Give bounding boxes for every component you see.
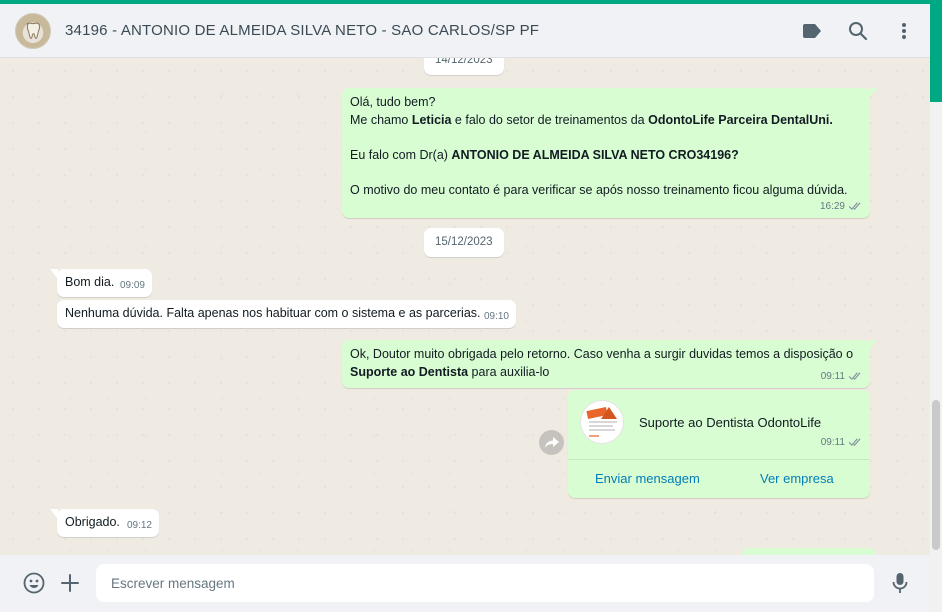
message-meta: 09:11 xyxy=(821,368,863,386)
double-check-icon xyxy=(848,438,861,447)
message-meta: 09:11 xyxy=(821,434,863,452)
incoming-message[interactable]: Bom dia. 09:09 xyxy=(50,269,152,297)
message-input[interactable] xyxy=(96,564,874,602)
double-check-icon xyxy=(848,372,861,381)
emoji-icon[interactable] xyxy=(22,571,46,595)
date-chip: 14/12/2023 xyxy=(424,58,504,75)
message-line: Ok, Doutor muito obrigada pelo retorno. … xyxy=(350,347,854,361)
message-line: Suporte ao Dentista para auxilia-lo xyxy=(350,364,550,379)
contact-card-header[interactable]: Suporte ao Dentista OdontoLife 09:11 xyxy=(568,390,870,459)
message-meta: 16:29 xyxy=(820,198,863,216)
message-line: Eu falo com Dr(a) ANTONIO DE ALMEIDA SIL… xyxy=(350,147,739,162)
message-time: 09:11 xyxy=(820,436,845,448)
incoming-message[interactable]: Obrigado. 09:12 xyxy=(50,509,159,537)
outgoing-message[interactable]: Ok, Doutor muito obrigada pelo retorno. … xyxy=(342,340,877,388)
attach-icon[interactable] xyxy=(58,571,82,595)
message-meta: 09:10 xyxy=(484,308,509,326)
contact-name[interactable]: 34196 - ANTONIO DE ALMEIDA SILVA NETO - … xyxy=(65,22,539,39)
send-message-button[interactable]: Enviar mensagem xyxy=(595,470,700,488)
card-divider xyxy=(568,459,870,460)
message-time: 09:12 xyxy=(126,519,152,531)
message-time: 09:11 xyxy=(820,370,845,382)
outgoing-message[interactable]: Olá, tudo bem? Me chamo Leticia e falo d… xyxy=(342,88,877,218)
chat-area[interactable]: 14/12/2023 Olá, tudo bem? Me chamo Letic… xyxy=(0,58,930,555)
scrollbar-thumb[interactable] xyxy=(932,400,940,550)
message-text: Nenhuma dúvida. Falta apenas nos habitua… xyxy=(65,306,481,320)
message-time: 16:29 xyxy=(819,200,845,212)
message-time: 09:10 xyxy=(483,310,509,322)
message-text: Bom dia. xyxy=(65,275,115,289)
message-time: 09:09 xyxy=(119,279,145,291)
contact-avatar[interactable] xyxy=(15,12,51,49)
search-icon[interactable] xyxy=(846,19,870,43)
menu-icon[interactable] xyxy=(892,19,916,43)
message-meta: 09:09 xyxy=(120,277,145,295)
message-meta: 09:12 xyxy=(127,517,152,535)
label-icon[interactable] xyxy=(800,19,824,43)
chat-header[interactable]: 34196 - ANTONIO DE ALMEIDA SILVA NETO - … xyxy=(0,4,930,58)
contact-card[interactable]: Suporte ao Dentista OdontoLife 09:11 Env… xyxy=(568,390,870,498)
scrollbar[interactable] xyxy=(930,0,942,612)
tooth-icon xyxy=(25,22,41,39)
company-logo xyxy=(580,400,624,444)
message-line: Olá, tudo bem? xyxy=(350,95,436,109)
message-text: Obrigado. xyxy=(65,515,120,529)
view-company-button[interactable]: Ver empresa xyxy=(760,470,834,488)
message-line: Me chamo Leticia e falo do setor de trei… xyxy=(350,112,833,127)
forward-icon[interactable] xyxy=(539,430,564,455)
message-line: O motivo do meu contato é para verificar… xyxy=(350,182,848,197)
compose-bar xyxy=(0,555,930,612)
date-chip: 15/12/2023 xyxy=(424,228,504,257)
double-check-icon xyxy=(848,202,861,211)
contact-card-name: Suporte ao Dentista OdontoLife xyxy=(639,415,822,430)
microphone-icon[interactable] xyxy=(888,571,912,595)
outgoing-message-partial[interactable] xyxy=(742,548,876,555)
incoming-message[interactable]: Nenhuma dúvida. Falta apenas nos habitua… xyxy=(57,300,516,328)
scrollbar-accent xyxy=(930,0,942,102)
